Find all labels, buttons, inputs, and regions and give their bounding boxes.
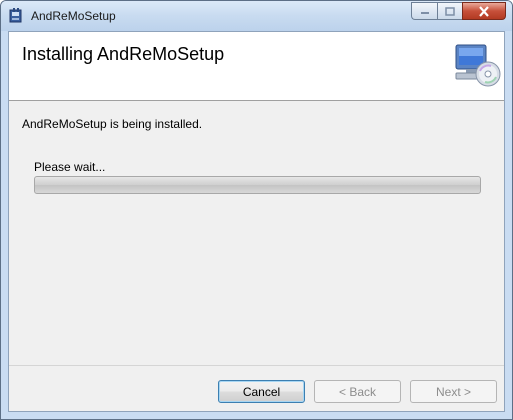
page-title: Installing AndReMoSetup — [22, 44, 225, 64]
close-icon — [479, 5, 489, 17]
title-bar[interactable]: AndReMoSetup — [1, 1, 512, 31]
minimize-icon — [420, 12, 429, 14]
maximize-icon — [445, 6, 455, 16]
next-button[interactable]: Next > — [410, 380, 497, 403]
minimize-button[interactable] — [411, 2, 437, 20]
window-title: AndReMoSetup — [31, 9, 116, 23]
cancel-button[interactable]: Cancel — [218, 380, 305, 403]
installer-window: AndReMoSetup Installing AndReMoSetup And… — [0, 0, 513, 420]
close-button[interactable] — [462, 2, 506, 20]
install-status-text: AndReMoSetup is being installed. — [22, 117, 203, 131]
back-button[interactable]: < Back — [314, 380, 401, 403]
dialog-body: Installing AndReMoSetup AndReMoSetup is … — [8, 31, 505, 412]
maximize-button[interactable] — [437, 2, 462, 20]
installer-app-icon — [9, 8, 22, 23]
footer-divider — [9, 365, 504, 366]
caption-buttons — [411, 2, 506, 21]
header-banner: Installing AndReMoSetup — [9, 32, 504, 101]
please-wait-label: Please wait... — [34, 160, 106, 174]
computer-cd-icon — [455, 44, 501, 87]
install-progress-bar — [34, 176, 481, 194]
